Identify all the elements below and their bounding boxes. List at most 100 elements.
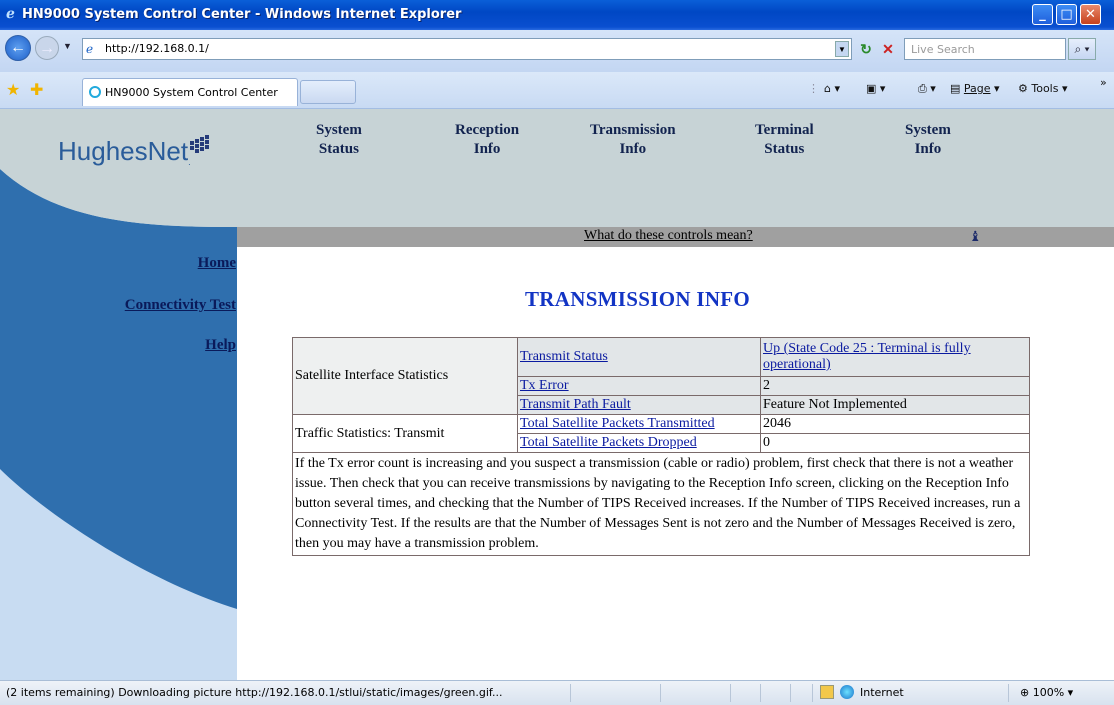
ie-icon: ℯ [6, 6, 15, 22]
tools-menu-label: Tools [1031, 82, 1059, 95]
hughesnet-logo: HughesNet. [58, 136, 191, 167]
controls-help-link[interactable]: What do these controls mean? [584, 228, 753, 244]
status-divider [812, 684, 813, 702]
nav-label-line1: System [905, 122, 951, 138]
nav-label-line1: System [316, 122, 362, 138]
back-button[interactable]: ← [5, 35, 31, 61]
status-divider [790, 684, 791, 702]
tab-toolbar: ★ ✚ HN9000 System Control Center ⋮ ⌂ ▾ ▣… [0, 72, 1114, 109]
status-bar: (2 items remaining) Downloading picture … [0, 680, 1114, 705]
nav-reception-info[interactable]: Reception Info [455, 121, 519, 159]
tx-error-value: 2 [760, 376, 1030, 396]
status-divider [660, 684, 661, 702]
address-dropdown-icon[interactable]: ▼ [835, 41, 849, 57]
status-text: (2 items remaining) Downloading picture … [6, 686, 503, 699]
zoom-icon: ⊕ [1020, 686, 1030, 699]
feeds-icon[interactable]: ▣ ▾ [866, 82, 885, 95]
sidebar-item-connectivity-test[interactable]: Connectivity Test [125, 297, 236, 314]
row-label-cell: Total Satellite Packets Dropped [517, 433, 761, 453]
nav-label-line1: Reception [455, 122, 520, 138]
zoom-level: 100% [1032, 686, 1065, 699]
nav-label-line2: Info [619, 141, 647, 157]
page-icon: ℯ [86, 42, 94, 56]
packets-transmitted-link[interactable]: Total Satellite Packets Transmitted [520, 416, 715, 431]
packets-transmitted-value: 2046 [760, 414, 1030, 434]
new-tab-button[interactable] [300, 80, 356, 104]
row-value-cell: Up (State Code 25 : Terminal is fully op… [760, 337, 1030, 377]
status-divider [1008, 684, 1009, 702]
status-divider [570, 684, 571, 702]
transmit-path-fault-link[interactable]: Transmit Path Fault [520, 397, 631, 412]
nav-label-line2: Info [914, 141, 942, 157]
home-icon[interactable]: ⌂ ▾ [824, 82, 840, 95]
group-label: Traffic Statistics: Transmit [292, 414, 518, 453]
status-divider [730, 684, 731, 702]
separator: ⋮ [808, 82, 819, 95]
window-title-bar[interactable]: ℯ HN9000 System Control Center - Windows… [0, 0, 1114, 30]
nav-system-info[interactable]: System Info [905, 121, 951, 159]
table-row: Traffic Statistics: Transmit Total Satel… [292, 414, 1030, 453]
internet-zone-icon [840, 685, 854, 699]
forward-button[interactable]: → [35, 36, 59, 60]
loading-icon [89, 86, 101, 98]
nav-system-status[interactable]: System Status [316, 121, 362, 159]
tab-label: HN9000 System Control Center [105, 86, 278, 99]
page-menu-label: Page [963, 82, 991, 95]
stop-icon[interactable]: ✕ [878, 39, 898, 59]
helper-person-icon[interactable]: ♝ [969, 228, 982, 245]
page-content: HughesNet. System Status Reception Info … [0, 109, 1114, 680]
add-favorites-icon[interactable]: ✚ [30, 80, 43, 100]
nav-transmission-info[interactable]: Transmission Info [590, 121, 676, 159]
transmit-path-fault-value: Feature Not Implemented [760, 395, 1030, 415]
logo-mark-icon [190, 135, 209, 153]
print-icon[interactable]: ⎙ ▾ [918, 82, 936, 96]
refresh-icon[interactable]: ↻ [856, 39, 876, 59]
transmit-status-value-link[interactable]: Up (State Code 25 : Terminal is fully op… [763, 341, 971, 372]
sidebar-item-home[interactable]: Home [198, 255, 236, 272]
zoom-control[interactable]: ⊕ 100% ▾ [1020, 686, 1073, 699]
address-url[interactable]: http://192.168.0.1/ [105, 42, 209, 55]
nav-terminal-status[interactable]: Terminal Status [755, 121, 814, 159]
address-toolbar: ← → ▼ ℯ http://192.168.0.1/ ▼ ↻ ✕ Live S… [0, 30, 1114, 73]
row-label-cell: Total Satellite Packets Transmitted [517, 414, 761, 434]
favorites-star-icon[interactable]: ★ [6, 80, 20, 100]
transmit-status-link[interactable]: Transmit Status [520, 349, 608, 364]
packets-dropped-value: 0 [760, 433, 1030, 453]
tx-error-link[interactable]: Tx Error [520, 378, 569, 393]
sidebar-background [0, 109, 237, 680]
page-title: TRANSMISSION INFO [525, 287, 751, 311]
table-row: If the Tx error count is increasing and … [292, 452, 1030, 556]
more-chevron-icon[interactable]: » [1100, 76, 1107, 89]
protected-mode-icon[interactable] [820, 685, 834, 699]
minimize-button[interactable]: _ [1032, 4, 1053, 25]
nav-label-line1: Transmission [590, 122, 676, 138]
nav-label-line2: Status [764, 141, 805, 157]
logo-tm: . [188, 157, 191, 167]
row-label-cell: Tx Error [517, 376, 761, 396]
tab-hn9000[interactable]: HN9000 System Control Center [82, 78, 298, 106]
tools-menu[interactable]: ⚙ Tools ▾ [1018, 82, 1068, 95]
row-label-cell: Transmit Path Fault [517, 395, 761, 415]
address-field[interactable]: ℯ http://192.168.0.1/ ▼ [82, 38, 852, 60]
group-label: Satellite Interface Statistics [292, 337, 518, 415]
search-icon: ⌕ [1074, 42, 1082, 56]
status-divider [760, 684, 761, 702]
sidebar-item-help[interactable]: Help [205, 337, 236, 354]
nav-label-line2: Info [473, 141, 501, 157]
close-button[interactable]: ✕ [1080, 4, 1101, 25]
nav-label-line2: Status [318, 141, 359, 157]
transmission-info-table: Satellite Interface Statistics Transmit … [292, 337, 1030, 556]
window-title: HN9000 System Control Center - Windows I… [22, 7, 462, 22]
table-row: Satellite Interface Statistics Transmit … [292, 337, 1030, 415]
nav-label-line1: Terminal [755, 122, 814, 138]
search-placeholder: Live Search [911, 43, 975, 56]
history-dropdown-icon[interactable]: ▼ [63, 41, 72, 51]
logo-text: HughesNet [58, 136, 189, 166]
packets-dropped-link[interactable]: Total Satellite Packets Dropped [520, 435, 697, 450]
row-label-cell: Transmit Status [517, 337, 761, 377]
search-input[interactable]: Live Search [904, 38, 1066, 60]
search-button[interactable]: ⌕ ▾ [1068, 38, 1096, 60]
zone-label[interactable]: Internet [860, 686, 904, 699]
maximize-button[interactable]: □ [1056, 4, 1077, 25]
page-menu[interactable]: ▤ Page ▾ [950, 82, 1000, 95]
